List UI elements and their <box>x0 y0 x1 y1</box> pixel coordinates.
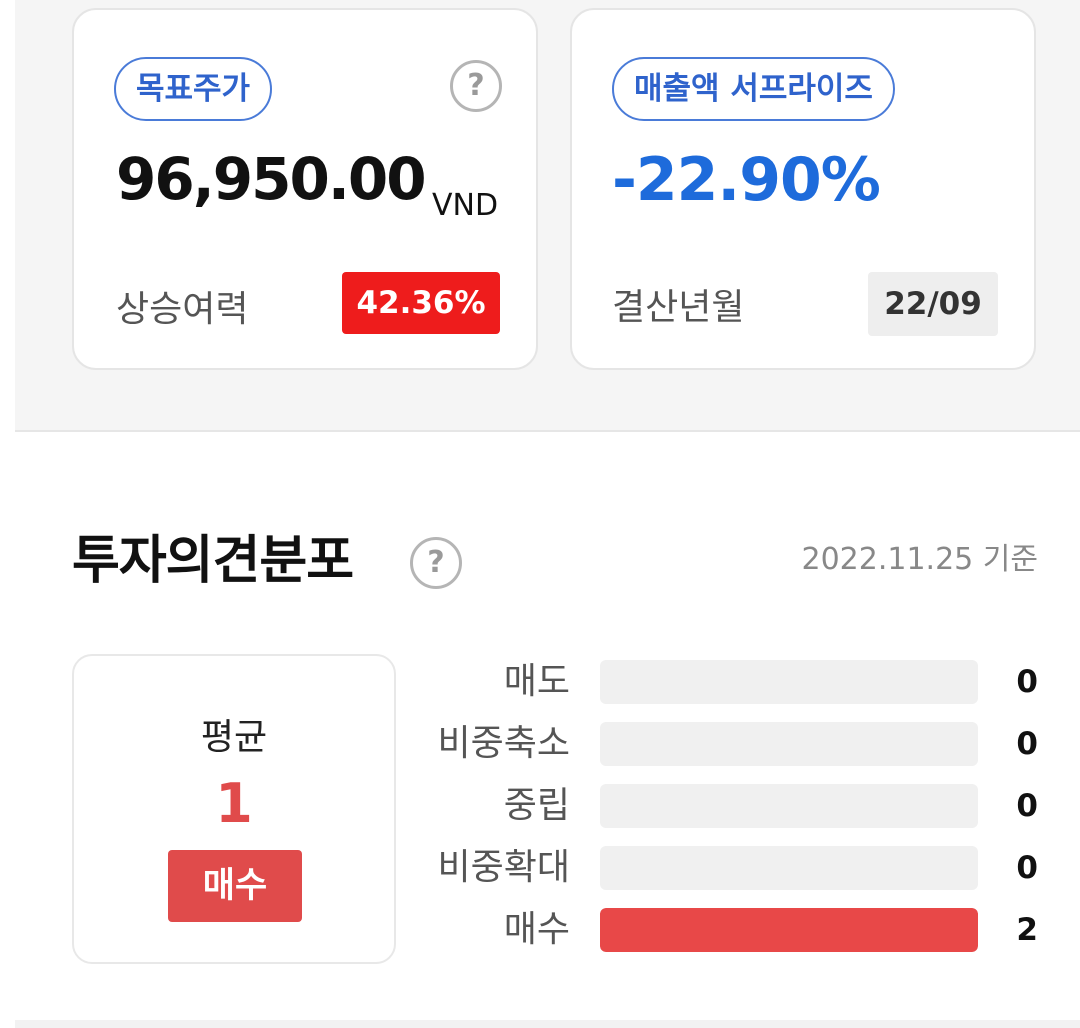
section-divider <box>15 1020 1080 1028</box>
row-label: 비중확대 <box>437 847 570 888</box>
help-icon[interactable]: ? <box>410 537 462 589</box>
distribution-row-overweight: 비중확대 0 <box>400 844 1050 892</box>
period-badge: 22/09 <box>868 272 998 336</box>
average-opinion-card: 평균 1 매수 <box>72 654 396 964</box>
section-title: 투자의견분포 <box>72 531 354 591</box>
average-rating-badge: 매수 <box>168 850 302 922</box>
upside-badge: 42.36% <box>342 272 500 334</box>
sales-surprise-value: -22.90% <box>612 145 881 215</box>
distribution-row-buy: 매수 2 <box>400 906 1050 954</box>
bar-fill <box>600 908 978 952</box>
upside-label: 상승여력 <box>116 289 249 330</box>
bar-track <box>600 660 978 704</box>
bar-track <box>600 846 978 890</box>
row-count: 2 <box>1016 912 1038 948</box>
reference-date: 2022.11.25 기준 <box>801 542 1038 577</box>
target-price-card: 목표주가 ? 96,950.00 VND 상승여력 42.36% <box>72 8 538 370</box>
bar-track <box>600 908 978 952</box>
row-count: 0 <box>1016 850 1038 886</box>
currency-label: VND <box>432 188 499 223</box>
row-count: 0 <box>1016 664 1038 700</box>
average-score: 1 <box>215 772 253 835</box>
bar-track <box>600 722 978 766</box>
distribution-row-sell: 매도 0 <box>400 658 1050 706</box>
target-price-pill[interactable]: 목표주가 <box>114 57 273 121</box>
target-price-value: 96,950.00 <box>116 145 427 213</box>
row-label: 매수 <box>503 909 570 950</box>
sales-surprise-card: 매출액 서프라이즈 -22.90% 결산년월 22/09 <box>570 8 1036 370</box>
distribution-row-neutral: 중립 0 <box>400 782 1050 830</box>
period-label: 결산년월 <box>612 287 745 328</box>
row-count: 0 <box>1016 788 1038 824</box>
distribution-row-underweight: 비중축소 0 <box>400 720 1050 768</box>
help-icon[interactable]: ? <box>450 60 502 112</box>
bar-track <box>600 784 978 828</box>
row-count: 0 <box>1016 726 1038 762</box>
row-label: 비중축소 <box>437 723 570 764</box>
average-label: 평균 <box>200 717 268 758</box>
sales-surprise-pill[interactable]: 매출액 서프라이즈 <box>612 57 895 121</box>
row-label: 매도 <box>503 661 570 702</box>
row-label: 중립 <box>503 785 570 826</box>
